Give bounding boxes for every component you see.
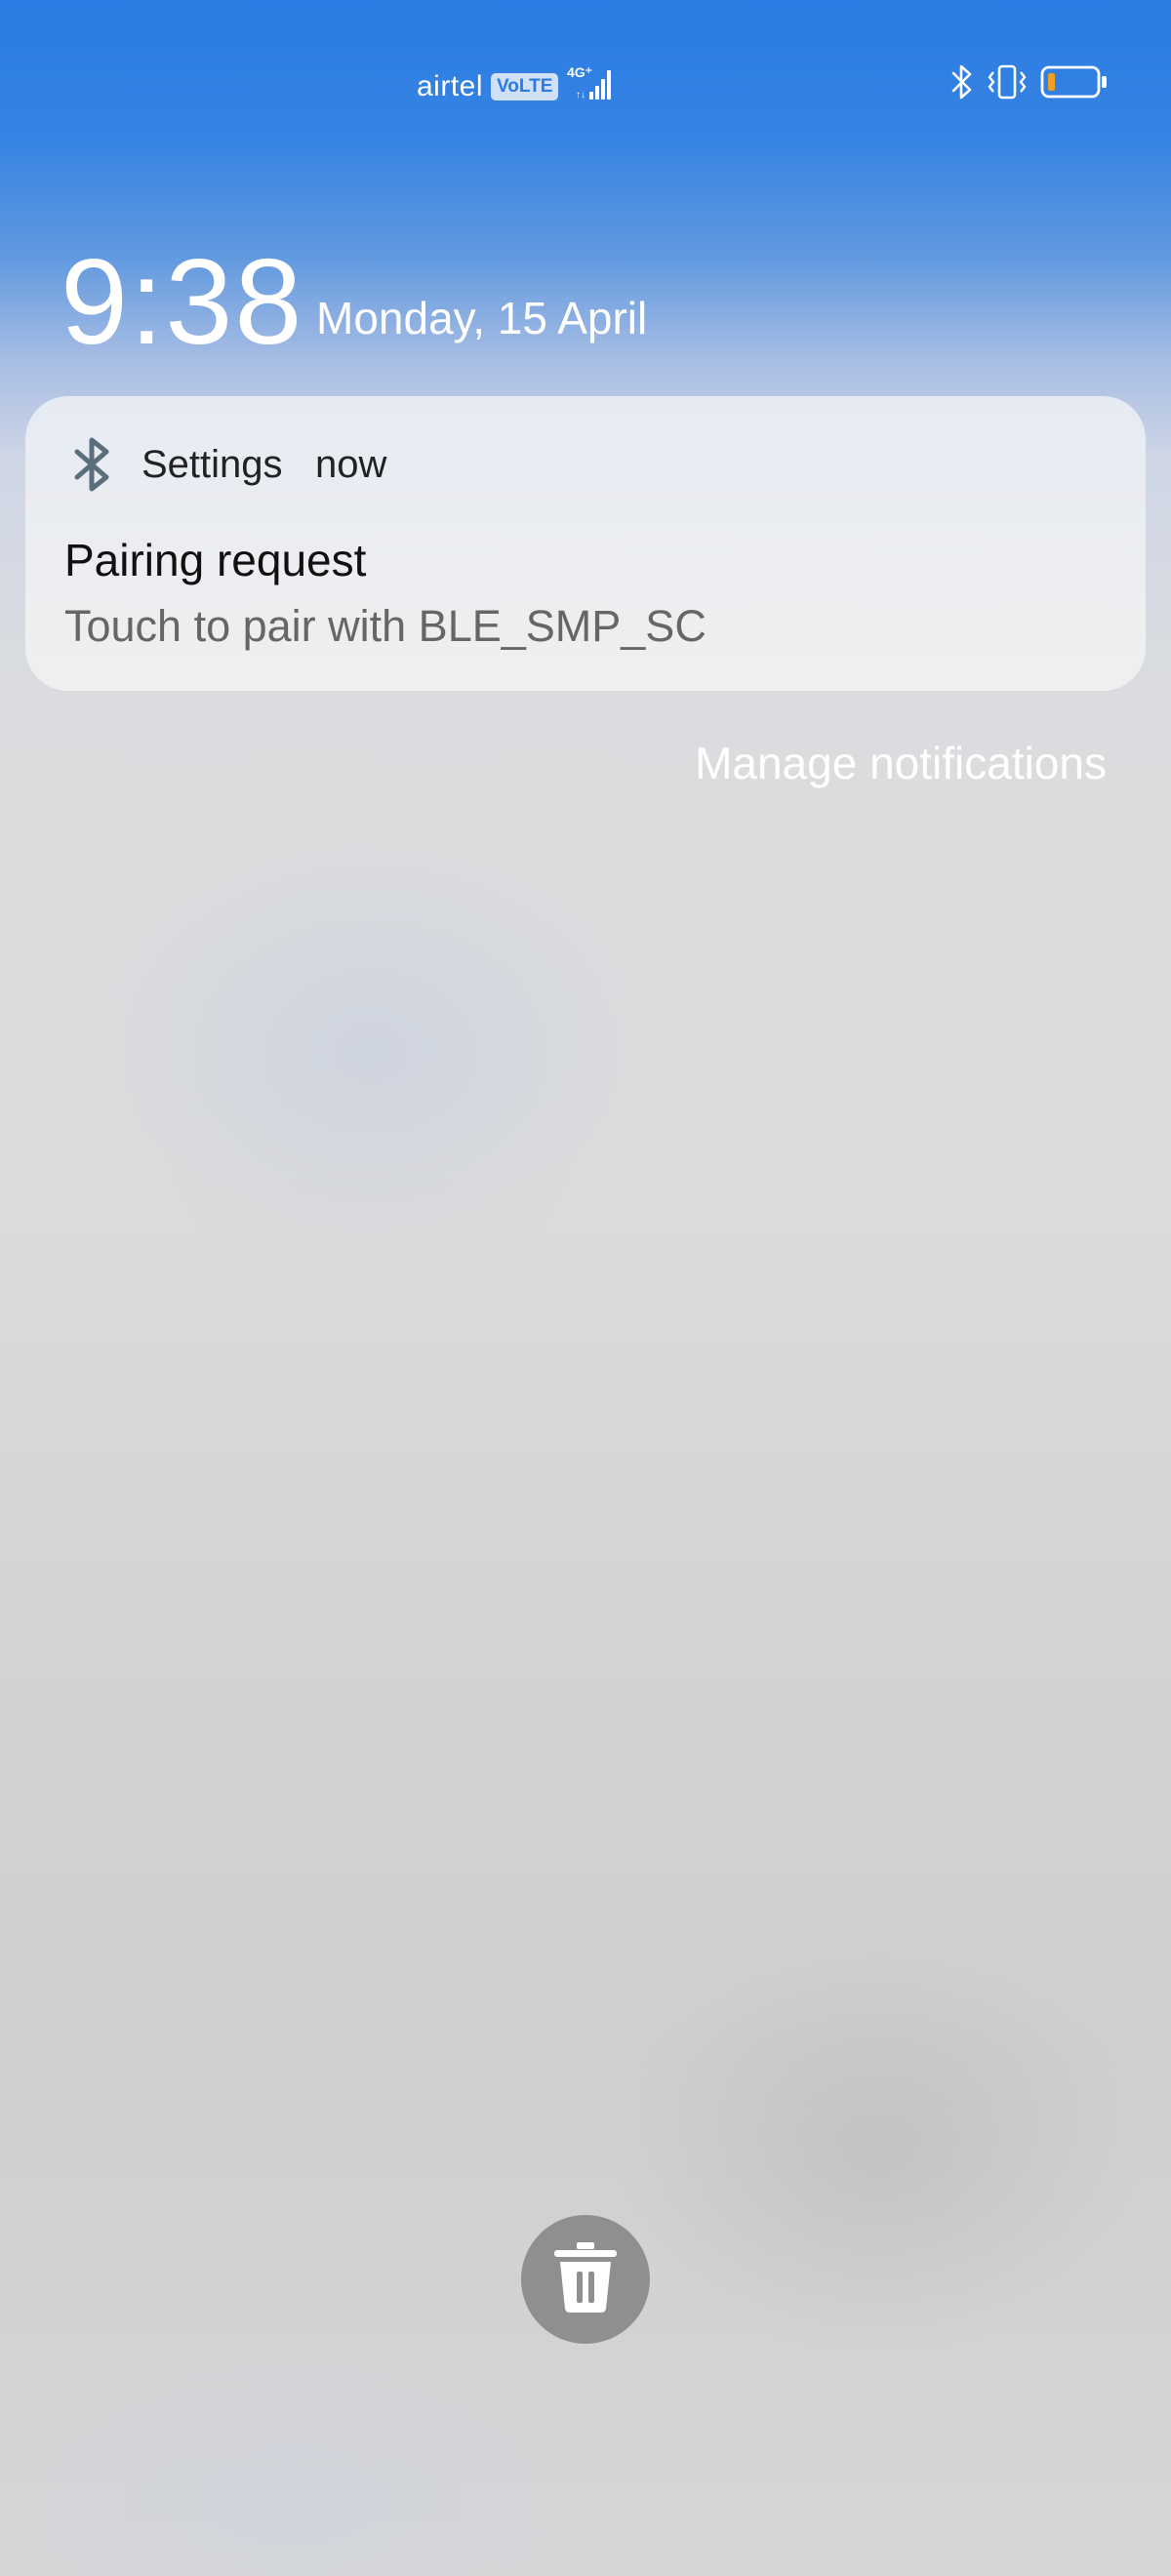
lockscreen-clock: 9:38 [61,235,304,370]
signal-icon: 4G⁺ ↑↓ [566,64,617,108]
status-bar: airtel VoLTE 4G⁺ ↑↓ [0,0,1171,176]
notification-app-name: Settings [141,443,283,486]
lockscreen-date: Monday, 15 April [316,293,648,343]
battery-level-fill [1048,73,1055,91]
bluetooth-icon [950,62,974,106]
svg-text:↑↓: ↑↓ [576,90,586,101]
manage-notifications-link[interactable]: Manage notifications [695,734,1107,792]
network-type-label: 4G⁺ [567,64,592,80]
trash-icon [551,2240,620,2319]
notification-title: Pairing request [64,535,367,585]
carrier-name: airtel [417,69,484,102]
notification-body: Touch to pair with BLE_SMP_SC [64,601,707,651]
carrier-info: airtel VoLTE 4G⁺ ↑↓ [417,64,617,108]
bluetooth-icon [68,433,117,496]
battery-icon [1040,62,1109,106]
vibrate-icon [988,62,1027,106]
notification-card[interactable]: Settings now Pairing request Touch to pa… [25,396,1146,691]
volte-badge: VoLTE [491,72,559,101]
clear-all-button[interactable] [521,2215,650,2344]
status-icons [950,62,1109,106]
notification-time: now [315,443,387,486]
